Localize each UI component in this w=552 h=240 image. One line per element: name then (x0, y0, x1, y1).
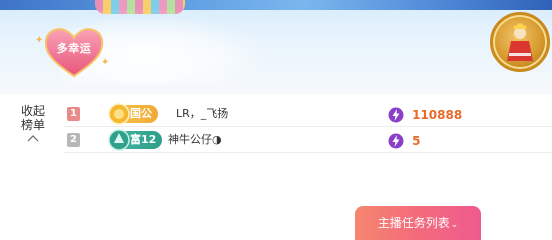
task-button-label: 主播任务列表 (377, 216, 450, 230)
score-value: 110888 (412, 107, 463, 122)
collapse-ranking-toggle[interactable]: 收起榜单 (14, 104, 52, 142)
level-badge: 国公 (108, 103, 158, 125)
ranking-row[interactable]: 1 国公 LR，_飞扬 110888 (64, 101, 552, 127)
chevron-down-icon: ⌄ (450, 220, 459, 230)
top-banner: ✦ ✦ 多幸运 (0, 0, 552, 94)
level-badge-label: 富12 (130, 133, 157, 146)
score-value: 5 (412, 133, 421, 148)
collapse-label: 收起榜单 (20, 104, 45, 132)
score: 110888 (388, 104, 462, 124)
rank-number: 1 (67, 107, 80, 121)
level-badge-label: 国公 (130, 107, 152, 120)
lightning-icon (388, 133, 404, 148)
ranking-row[interactable]: 2 富12 神牛公仔◑ 5 (64, 127, 552, 153)
user-nickname[interactable]: 神牛公仔◑ (168, 132, 222, 148)
candy-decoration (95, 0, 185, 14)
crown-emblem-icon (108, 103, 130, 125)
tree-emblem-icon (108, 129, 130, 151)
lightning-icon (388, 107, 404, 122)
lucky-badge-label: 多幸运 (56, 42, 92, 55)
chevron-up-icon (27, 135, 39, 142)
ranking-list: 1 国公 LR，_飞扬 110888 2 富12 神牛公仔◑ 5 (64, 101, 552, 153)
top-stripe (0, 0, 552, 10)
figure-icon (507, 23, 533, 61)
score: 5 (388, 130, 420, 150)
rank-number: 2 (67, 133, 80, 147)
level-badge: 富12 (108, 129, 163, 151)
avatar[interactable] (490, 12, 550, 72)
streamer-task-list-button[interactable]: 主播任务列表⌄ (355, 206, 481, 240)
user-nickname[interactable]: LR，_飞扬 (176, 106, 228, 122)
lucky-badge[interactable]: 多幸运 (42, 24, 106, 78)
